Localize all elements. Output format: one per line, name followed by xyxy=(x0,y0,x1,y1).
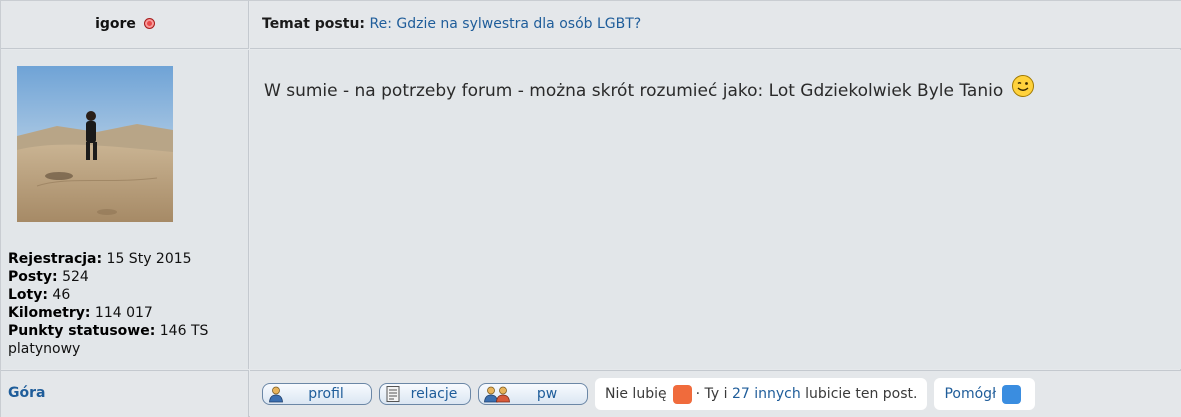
flights-label: Loty: xyxy=(8,287,48,303)
likers-link[interactable]: 27 innych xyxy=(732,386,801,402)
posts-label: Posty: xyxy=(8,269,58,285)
subject-link[interactable]: Re: Gdzie na sylwestra dla osób LGBT? xyxy=(369,16,641,32)
post-subject: Temat postu: Re: Gdzie na sylwestra dla … xyxy=(262,16,641,32)
relations-button-label: relacje xyxy=(410,386,458,402)
thumbs-up-icon xyxy=(1002,384,1022,404)
wink-smiley-icon xyxy=(1011,75,1034,97)
subject-label: Temat postu: xyxy=(262,16,366,32)
status-points-label: Punkty statusowe: xyxy=(8,323,156,339)
back-to-top-link[interactable]: Góra xyxy=(8,385,45,401)
author-header: igore xyxy=(1,1,249,49)
relations-button[interactable]: relacje xyxy=(379,383,471,405)
profile-button-label: profil xyxy=(308,386,344,402)
posts-count: 524 xyxy=(62,269,89,285)
actions-bar: profil relacje pw Nie lubię · Ty i 27 in… xyxy=(262,378,1036,410)
offline-status-icon xyxy=(143,18,155,29)
status-points-value: 146 TS xyxy=(159,323,209,339)
users-icon xyxy=(484,386,510,403)
private-message-button[interactable]: pw xyxy=(478,383,588,405)
private-message-button-label: pw xyxy=(536,386,558,402)
document-icon xyxy=(386,386,400,402)
helped-label: Pomógł xyxy=(944,386,997,402)
post-actions: profil relacje pw Nie lubię · Ty i 27 in… xyxy=(250,370,1181,417)
like-summary: Nie lubię · Ty i 27 innych lubicie ten p… xyxy=(595,378,928,410)
flights-count: 46 xyxy=(52,287,71,303)
dislike-icon[interactable] xyxy=(672,384,692,404)
user-icon xyxy=(269,386,283,403)
profile-info: Rejestracja: 15 Sty 2015 Posty: 524 Loty… xyxy=(8,250,208,358)
author-profile: Rejestracja: 15 Sty 2015 Posty: 524 Loty… xyxy=(1,50,249,369)
like-prefix: · Ty i xyxy=(695,386,728,402)
avatar[interactable] xyxy=(17,66,173,222)
registration-label: Rejestracja: xyxy=(8,251,103,267)
profile-button[interactable]: profil xyxy=(262,383,372,405)
like-suffix: lubicie ten post. xyxy=(805,386,918,402)
post-message: W sumie - na potrzeby forum - można skró… xyxy=(264,81,1004,101)
avatar-image xyxy=(17,66,173,222)
dislike-label[interactable]: Nie lubię xyxy=(605,386,667,402)
user-rank: platynowy xyxy=(8,341,81,357)
kilometers-value: 114 017 xyxy=(94,305,153,321)
helped-button[interactable]: Pomógł xyxy=(934,378,1036,410)
forum-post: igore Temat postu: Re: Gdzie na sylwestr… xyxy=(0,0,1181,417)
registration-date: 15 Sty 2015 xyxy=(106,251,192,267)
post-subject-header: Temat postu: Re: Gdzie na sylwestra dla … xyxy=(250,1,1181,49)
back-to-top-cell: Góra xyxy=(1,370,249,417)
author-name[interactable]: igore xyxy=(95,16,136,32)
kilometers-label: Kilometry: xyxy=(8,305,91,321)
post-body: W sumie - na potrzeby forum - można skró… xyxy=(250,50,1181,369)
